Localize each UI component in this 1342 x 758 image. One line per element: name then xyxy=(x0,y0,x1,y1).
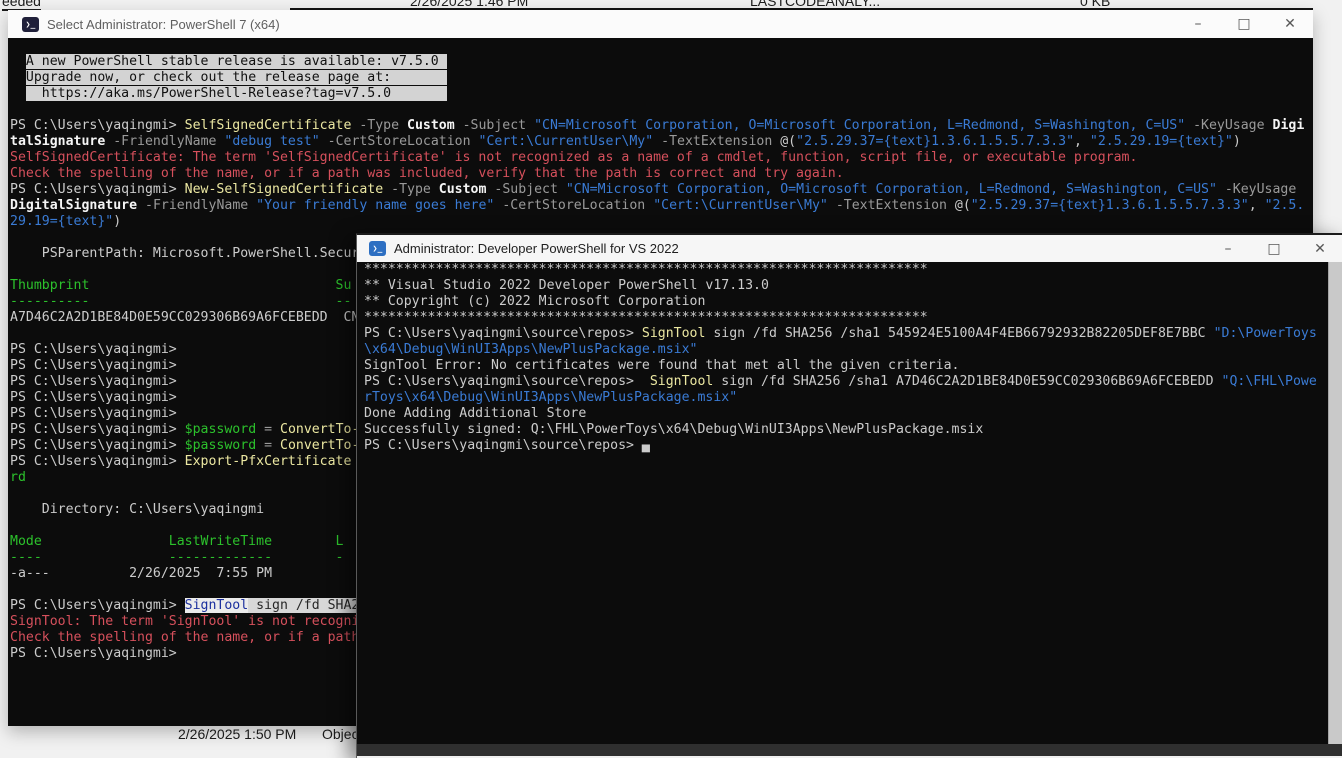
terminal-line: Done Adding Additional Store xyxy=(364,406,1342,422)
window2-title-bar[interactable]: ❯_ Administrator: Developer PowerShell f… xyxy=(357,235,1342,262)
terminal-line: Check the spelling of the name, or if a … xyxy=(10,166,1313,182)
window-developer-powershell: ❯_ Administrator: Developer PowerShell f… xyxy=(356,233,1342,758)
powershell-icon: ❯_ xyxy=(22,17,39,32)
terminal-line: Upgrade now, or check out the release pa… xyxy=(10,70,1313,86)
terminal-line: 29.19={text}") xyxy=(10,214,1313,230)
terminal-line: A new PowerShell stable release is avail… xyxy=(10,54,1313,70)
window1-title: Select Administrator: PowerShell 7 (x64) xyxy=(47,17,1175,32)
maximize-button[interactable]: □ xyxy=(1221,10,1267,38)
terminal-line: \x64\Debug\WinUI3Apps\NewPlusPackage.msi… xyxy=(364,342,1342,358)
terminal-line: Successfully signed: Q:\FHL\PowerToys\x6… xyxy=(364,422,1342,438)
terminal-line: ** Visual Studio 2022 Developer PowerShe… xyxy=(364,278,1342,294)
window2-terminal-content[interactable]: ****************************************… xyxy=(357,262,1342,744)
close-button[interactable]: ✕ xyxy=(1267,10,1313,38)
explorer-bottom-date: 2/26/2025 1:50 PM xyxy=(178,726,296,742)
terminal-line: ** Copyright (c) 2022 Microsoft Corporat… xyxy=(364,294,1342,310)
maximize-button[interactable]: □ xyxy=(1251,235,1297,262)
terminal-line: ****************************************… xyxy=(364,310,1342,326)
close-button[interactable]: ✕ xyxy=(1297,235,1342,262)
window2-controls: – □ ✕ xyxy=(1205,235,1342,262)
terminal-line: DigitalSignature -FriendlyName "Your fri… xyxy=(10,198,1313,214)
window1-title-bar[interactable]: ❯_ Select Administrator: PowerShell 7 (x… xyxy=(8,10,1313,38)
terminal-line: PS C:\Users\yaqingmi\source\repos> SignT… xyxy=(364,326,1342,342)
terminal-line: SelfSignedCertificate: The term 'SelfSig… xyxy=(10,150,1313,166)
terminal-line: ****************************************… xyxy=(364,262,1342,278)
terminal-line: PS C:\Users\yaqingmi> SelfSignedCertific… xyxy=(10,118,1313,134)
terminal-line: PS C:\Users\yaqingmi> New-SelfSignedCert… xyxy=(10,182,1313,198)
minimize-button[interactable]: – xyxy=(1175,10,1221,38)
vertical-scrollbar[interactable] xyxy=(1328,262,1342,744)
terminal-line: https://aka.ms/PowerShell-Release?tag=v7… xyxy=(10,86,1313,102)
terminal-line: rToys\x64\Debug\WinUI3Apps\NewPlusPackag… xyxy=(364,390,1342,406)
window1-controls: – □ ✕ xyxy=(1175,10,1313,38)
powershell-icon: ❯_ xyxy=(369,241,386,256)
terminal-line xyxy=(10,38,1313,54)
terminal-line xyxy=(10,102,1313,118)
window2-title: Administrator: Developer PowerShell for … xyxy=(394,241,1205,256)
terminal-line: PS C:\Users\yaqingmi\source\repos> ▄ xyxy=(364,438,1342,454)
terminal-line: talSignature -FriendlyName "debug test" … xyxy=(10,134,1313,150)
minimize-button[interactable]: – xyxy=(1205,235,1251,262)
terminal-line: SignTool Error: No certificates were fou… xyxy=(364,358,1342,374)
window2-bottom-border xyxy=(357,744,1342,756)
terminal-line: PS C:\Users\yaqingmi\source\repos> SignT… xyxy=(364,374,1342,390)
screen: { "desktop": { "top_row": [ {"text": "ee… xyxy=(0,0,1342,756)
